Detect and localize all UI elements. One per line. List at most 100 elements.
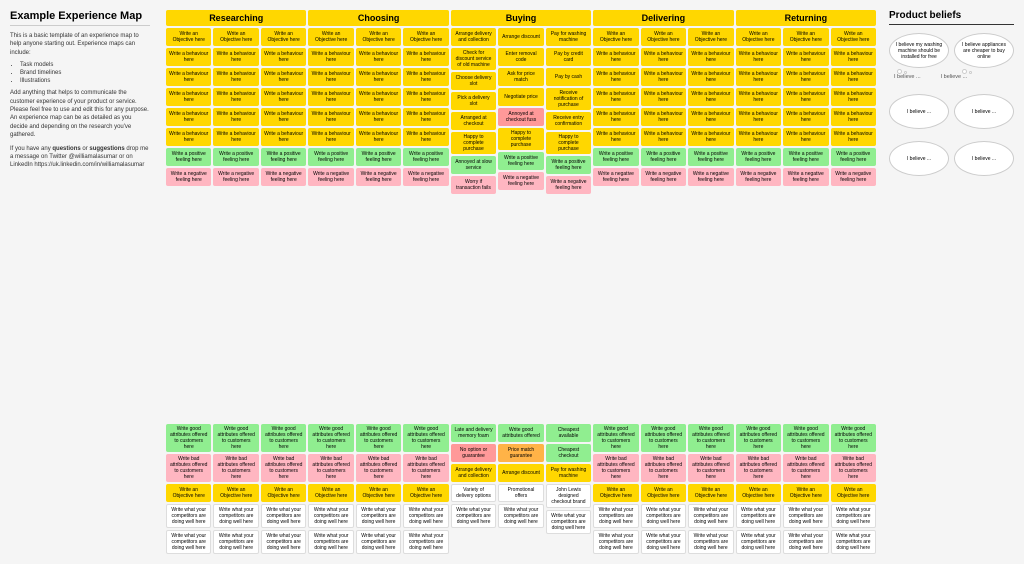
- card: Write an Objective here: [213, 28, 258, 46]
- card: Write a positive feeling here: [308, 148, 353, 166]
- card: Write a behaviour here: [736, 68, 781, 86]
- choosing-col-3: Write an Objective here Write a behaviou…: [403, 28, 448, 186]
- card: Write what your competitors are doing we…: [166, 530, 211, 554]
- phase-header-returning: Returning: [736, 10, 876, 26]
- card: Write a behaviour here: [641, 108, 686, 126]
- card: Write a positive feeling here: [593, 148, 638, 166]
- buying-col-1: Arrange delivery and collection Check fo…: [451, 28, 496, 194]
- card: Write good attributes offered to custome…: [213, 424, 258, 452]
- card: Write what your competitors are doing we…: [783, 504, 828, 528]
- delivering-bottom: Write good attributes offered to custome…: [593, 424, 733, 554]
- card: Price match guarantee: [498, 444, 543, 462]
- delivering-col-3: Write an Objective here Write a behaviou…: [688, 28, 733, 186]
- card: Write a behaviour here: [308, 68, 353, 86]
- card: Write an Objective here: [783, 484, 828, 502]
- card: Write what your competitors are doing we…: [736, 530, 781, 554]
- card: Write a behaviour here: [688, 128, 733, 146]
- product-beliefs-panel: Product beliefs I believe my washing mac…: [884, 10, 1014, 554]
- card: Write what your competitors are doing we…: [831, 530, 876, 554]
- card: Write good attributes offered to custome…: [261, 424, 306, 452]
- card: Write a behaviour here: [593, 88, 638, 106]
- card: Write a behaviour here: [403, 48, 448, 66]
- card: Write a positive feeling here: [546, 156, 591, 174]
- card: Write a positive feeling here: [403, 148, 448, 166]
- card: Write what your competitors are doing we…: [308, 504, 353, 528]
- card: Write a behaviour here: [641, 48, 686, 66]
- card: Write a behaviour here: [783, 108, 828, 126]
- card: Late and delivery memory foam: [451, 424, 496, 442]
- card: Write what your competitors are doing we…: [403, 530, 448, 554]
- card: Write an Objective here: [641, 484, 686, 502]
- card: Write a behaviour here: [261, 128, 306, 146]
- card: Write an Objective here: [688, 28, 733, 46]
- phase-header-delivering: Delivering: [593, 10, 733, 26]
- card: Write a behaviour here: [308, 108, 353, 126]
- card: Write an Objective here: [166, 484, 211, 502]
- sidebar-contact: If you have any questions or suggestions…: [10, 145, 150, 170]
- card: Ask for price match: [498, 68, 543, 86]
- card: Write a behaviour here: [261, 68, 306, 86]
- card: No option or guarantee: [451, 444, 496, 462]
- card: Write a behaviour here: [783, 68, 828, 86]
- delivering-col-2: Write an Objective here Write a behaviou…: [641, 28, 686, 186]
- card: Write what your competitors are doing we…: [593, 504, 638, 528]
- card: Write a behaviour here: [831, 128, 876, 146]
- card: Write a behaviour here: [593, 108, 638, 126]
- card: Write a behaviour here: [213, 88, 258, 106]
- card: Write a behaviour here: [261, 88, 306, 106]
- card: Write what your competitors are doing we…: [641, 530, 686, 554]
- card: Write a behaviour here: [213, 108, 258, 126]
- product-beliefs-title: Product beliefs: [889, 10, 1014, 25]
- card: Write what your competitors are doing we…: [498, 504, 543, 528]
- phase-buying: Buying Arrange delivery and collection C…: [451, 10, 591, 420]
- phase-choosing: Choosing Write an Objective here Write a…: [308, 10, 448, 420]
- card: Enter removal code: [498, 48, 543, 66]
- card: Write a behaviour here: [213, 128, 258, 146]
- card: Write an Objective here: [356, 484, 401, 502]
- card: Write a positive feeling here: [688, 148, 733, 166]
- sidebar-list-item: Illustrations: [20, 78, 150, 84]
- card: Receive notification of purchase: [546, 88, 591, 110]
- card: Write what your competitors are doing we…: [166, 504, 211, 528]
- card: Write an Objective here: [593, 28, 638, 46]
- believe-label: I believe ...: [894, 74, 921, 80]
- phase-header-choosing: Choosing: [308, 10, 448, 26]
- card: Write a behaviour here: [403, 88, 448, 106]
- returning-col-2: Write an Objective here Write a behaviou…: [783, 28, 828, 186]
- sidebar-list: Task models Brand timelines Illustration…: [20, 62, 150, 84]
- card: Write bad attributes offered to customer…: [166, 454, 211, 482]
- researching-col-3: Write an Objective here Write a behaviou…: [261, 28, 306, 186]
- card: Write bad attributes offered to customer…: [356, 454, 401, 482]
- sidebar-title: Example Experience Map: [10, 10, 150, 26]
- card: Write a negative feeling here: [213, 168, 258, 186]
- card: Write a negative feeling here: [261, 168, 306, 186]
- card: Write a behaviour here: [831, 108, 876, 126]
- card: Write what your competitors are doing we…: [261, 530, 306, 554]
- card: Write what your competitors are doing we…: [831, 504, 876, 528]
- card: Write a positive feeling here: [641, 148, 686, 166]
- card: Write a behaviour here: [213, 68, 258, 86]
- card: Write good attributes offered to custome…: [688, 424, 733, 452]
- sidebar-list-item: Task models: [20, 62, 150, 68]
- card: Write a behaviour here: [166, 128, 211, 146]
- card: Write a behaviour here: [166, 88, 211, 106]
- bubble-text: I believe appliances are cheaper to buy …: [959, 42, 1009, 60]
- sidebar-list-item: Brand timelines: [20, 70, 150, 76]
- delivering-col-1: Write an Objective here Write a behaviou…: [593, 28, 638, 186]
- card: Write a behaviour here: [593, 128, 638, 146]
- card: Write a negative feeling here: [166, 168, 211, 186]
- researching-col-1: Write an Objective here Write a behaviou…: [166, 28, 211, 186]
- card: Write an Objective here: [736, 484, 781, 502]
- card: Write bad attributes offered to customer…: [688, 454, 733, 482]
- card: Write what your competitors are doing we…: [593, 530, 638, 554]
- bubble-text: I believe ...: [907, 109, 931, 115]
- phase-delivering: Delivering Write an Objective here Write…: [593, 10, 733, 420]
- thought-bubble-3: I believe ...: [889, 94, 949, 129]
- card: Check for discount service of old machin…: [451, 48, 496, 70]
- card: Write good attributes offered to custome…: [356, 424, 401, 452]
- card: Write what your competitors are doing we…: [451, 504, 496, 528]
- card: Write good attributes offered: [498, 424, 543, 442]
- card: Write an Objective here: [403, 484, 448, 502]
- card: Pay for washing machine: [546, 464, 591, 482]
- card: Write good attributes offered to custome…: [166, 424, 211, 452]
